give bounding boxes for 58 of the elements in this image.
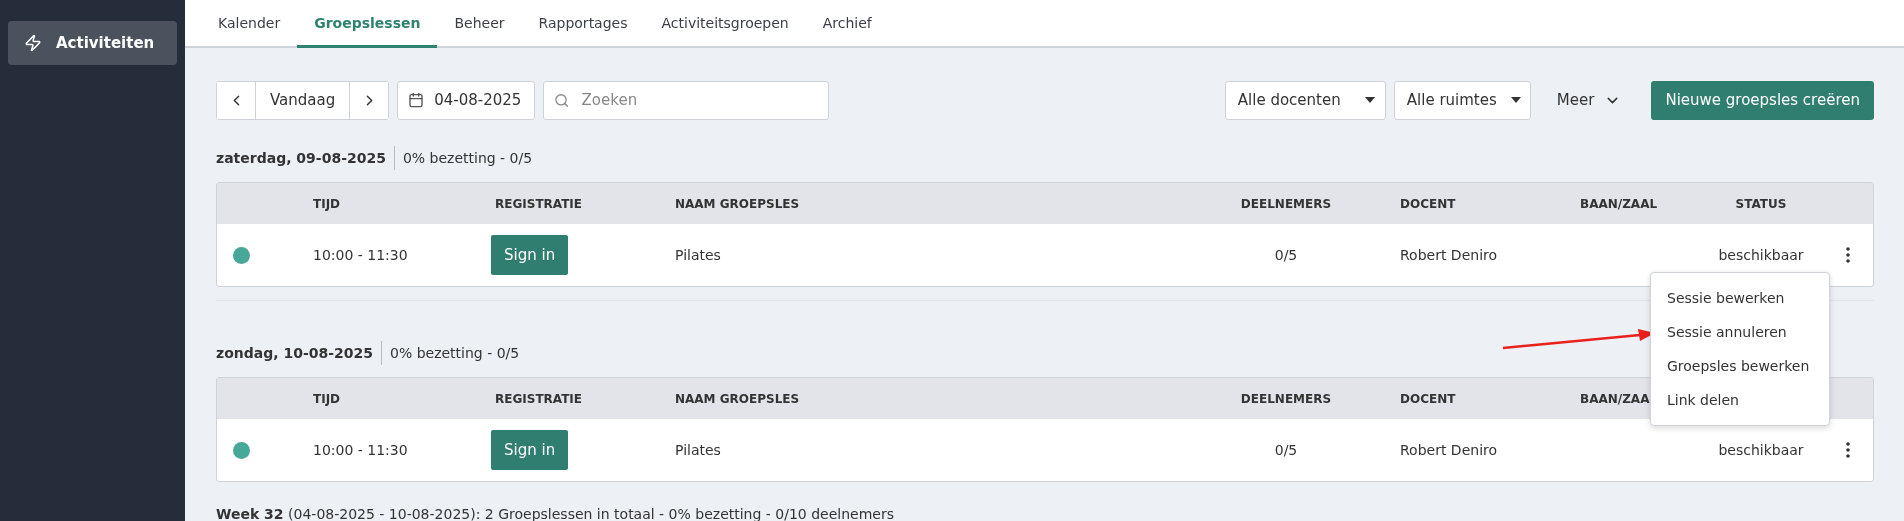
class-name-cell: Pilates: [675, 247, 721, 263]
more-button[interactable]: Meer: [1538, 80, 1644, 120]
column-header: DEELNEMERS: [1240, 391, 1332, 406]
search-icon: [554, 91, 570, 109]
column-header: TIJD: [313, 196, 341, 211]
teacher-cell: Robert Deniro: [1400, 442, 1498, 458]
column-header: REGISTRATIE: [495, 391, 583, 406]
caret-icon: [1364, 97, 1375, 103]
column-header: DOCENT: [1400, 391, 1456, 406]
column-header: NAAM GROEPSLES: [675, 196, 800, 211]
column-header: DEELNEMERS: [1240, 196, 1332, 211]
column-header: DOCENT: [1400, 196, 1456, 211]
sign-in-button[interactable]: Sign in: [491, 430, 569, 470]
time-cell: 10:00 - 11:30: [313, 247, 408, 263]
tab[interactable]: Rapportages: [521, 0, 645, 48]
column-header: STATUS: [1735, 196, 1787, 211]
today-button[interactable]: Vandaag: [255, 81, 351, 119]
more-options-button[interactable]: [1845, 247, 1850, 263]
day-date: zaterdag, 09-08-2025: [216, 146, 395, 170]
column-header: BAAN/ZAAL: [1580, 196, 1658, 211]
day-date: zondag, 10-08-2025: [216, 341, 382, 365]
bolt-icon: [24, 34, 42, 52]
participants-cell: 0/5: [1274, 247, 1298, 263]
search-input[interactable]: Zoeken: [579, 90, 819, 110]
tab[interactable]: Archief: [805, 0, 889, 48]
column-header: BAAN/ZAA: [1580, 391, 1650, 406]
tab[interactable]: Beheer: [437, 0, 522, 48]
tab[interactable]: Activiteitsgroepen: [644, 0, 806, 48]
date-field[interactable]: 04-08-2025: [397, 80, 536, 120]
column-header: NAAM GROEPSLES: [675, 391, 800, 406]
status-cell: beschikbaar: [1718, 247, 1804, 263]
status-cell: beschikbaar: [1718, 442, 1804, 458]
menu-item[interactable]: Link delen: [1651, 383, 1829, 417]
caret-icon: [1510, 97, 1521, 103]
sidebar-item[interactable]: Activiteiten: [8, 21, 177, 65]
day-summary: 0% bezetting - 0/5: [401, 150, 533, 166]
menu-item[interactable]: Sessie bewerken: [1651, 281, 1829, 315]
room-dropdown[interactable]: Alle ruimtes: [1393, 80, 1531, 120]
calendar-icon: [408, 92, 425, 108]
sign-in-button[interactable]: Sign in: [491, 235, 569, 275]
menu-item[interactable]: Groepsles bewerken: [1651, 349, 1829, 383]
teacher-cell: Robert Deniro: [1400, 247, 1498, 263]
search-field[interactable]: Zoeken: [543, 80, 830, 120]
kebab-icon: [1845, 442, 1850, 458]
participants-cell: 0/5: [1274, 442, 1298, 458]
column-header: REGISTRATIE: [495, 196, 583, 211]
more-options-button[interactable]: [1845, 442, 1850, 458]
week-summary: Week 32 (04-08-2025 - 10-08-2025): 2 Groepslessen in totaal - 0% bezetting - 0/10 deelnemers: [216, 506, 895, 521]
kebab-icon: [1845, 247, 1850, 263]
teacher-dropdown[interactable]: Alle docenten: [1224, 80, 1386, 120]
day-summary: 0% bezetting - 0/5: [388, 345, 520, 361]
tab[interactable]: Kalender: [201, 0, 298, 48]
class-name-cell: Pilates: [675, 442, 721, 458]
menu-item[interactable]: Sessie annuleren: [1651, 315, 1829, 349]
create-button[interactable]: Nieuwe groepsles creëren: [1651, 80, 1874, 120]
time-cell: 10:00 - 11:30: [313, 442, 408, 458]
tab[interactable]: Groepslessen: [297, 0, 438, 48]
column-header: TIJD: [313, 391, 341, 406]
